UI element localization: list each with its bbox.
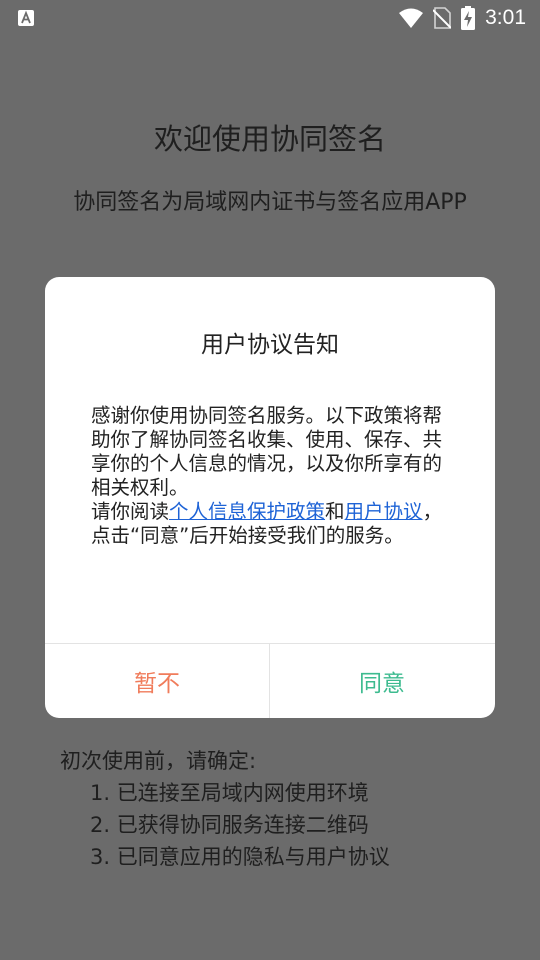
notes-heading: 初次使用前，请确定: <box>60 749 257 773</box>
notes-list: 1. 已连接至局域内网使用环境 2. 已获得协同服务连接二维码 3. 已同意应用… <box>60 777 390 873</box>
status-bar: 3:01 <box>0 0 540 36</box>
status-time: 3:01 <box>485 6 526 29</box>
app-notification-icon <box>18 10 34 26</box>
no-sim-icon <box>433 7 452 29</box>
wifi-icon <box>399 8 424 28</box>
battery-charging-icon <box>461 6 476 30</box>
notes-item: 3. 已同意应用的隐私与用户协议 <box>90 845 390 869</box>
page-title: 欢迎使用协同签名 <box>153 122 386 156</box>
notes-item: 1. 已连接至局域内网使用环境 <box>90 781 369 805</box>
dialog-paragraph: 请你阅读个人信息保护政策和用户协议，点击“同意”后开始接受我们的服务。 <box>91 500 453 548</box>
agree-button[interactable]: 同意 <box>270 644 494 718</box>
usage-notes: 初次使用前，请确定: 1. 已连接至局域内网使用环境 2. 已获得协同服务连接二… <box>60 745 390 873</box>
user-agreement-link[interactable]: 用户协议 <box>345 500 423 523</box>
dialog-body: 感谢你使用协同签名服务。以下政策将帮助你了解协同签名收集、使用、保存、共享你的个… <box>91 404 453 548</box>
page-subtitle: 协同签名为局域网内证书与签名应用APP <box>73 190 467 215</box>
conjunction-text: 和 <box>325 500 345 523</box>
dialog-paragraph: 感谢你使用协同签名服务。以下政策将帮助你了解协同签名收集、使用、保存、共享你的个… <box>91 404 443 499</box>
user-agreement-dialog: 用户协议告知 感谢你使用协同签名服务。以下政策将帮助你了解协同签名收集、使用、保… <box>45 277 495 718</box>
dialog-title: 用户协议告知 <box>201 332 339 358</box>
privacy-policy-link[interactable]: 个人信息保护政策 <box>169 500 325 523</box>
notes-item: 2. 已获得协同服务连接二维码 <box>90 813 369 837</box>
decline-button[interactable]: 暂不 <box>45 644 269 718</box>
read-prompt-text: 请你阅读 <box>91 500 170 523</box>
